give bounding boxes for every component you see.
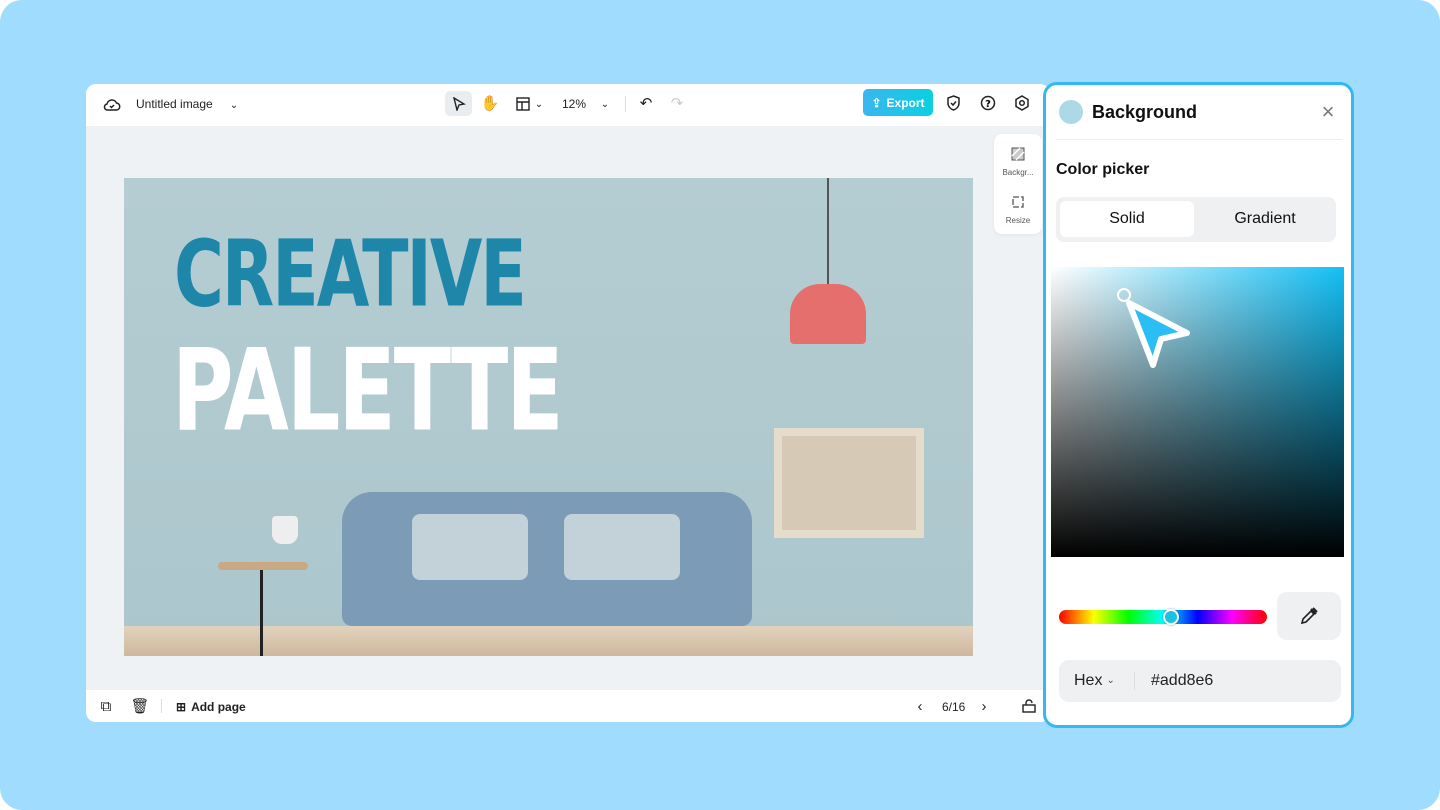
eyedropper-button[interactable] [1277, 592, 1341, 640]
duplicate-page-icon[interactable]: ⧉ [97, 697, 115, 715]
format-label: Hex [1074, 672, 1103, 689]
hand-tool-icon[interactable]: ✋ [480, 93, 500, 113]
background-tool-button[interactable]: Backgr... [994, 140, 1042, 182]
background-tool-label: Backgr... [1002, 168, 1034, 177]
eyedropper-icon [1300, 607, 1318, 625]
layout-icon[interactable] [514, 94, 532, 114]
undo-icon[interactable]: ↶ [637, 93, 655, 113]
cushion [412, 514, 528, 580]
chevron-down-icon[interactable]: ⌄ [598, 94, 612, 114]
color-swatch [1059, 100, 1083, 124]
add-page-label: Add page [191, 700, 246, 714]
cloud-icon[interactable] [102, 95, 122, 115]
section-title: Color picker [1056, 161, 1150, 178]
hue-slider[interactable] [1059, 609, 1267, 625]
resize-tool-button[interactable]: Resize [994, 188, 1042, 230]
settings-icon[interactable] [1013, 93, 1031, 113]
bottom-toolbar: ⧉ 🗑 ⊞ Add page ‹ 6/16 › [86, 690, 1050, 722]
chevron-down-icon[interactable]: ⌄ [227, 95, 241, 115]
format-select[interactable]: Hex ⌄ [1074, 672, 1115, 690]
chevron-down-icon: ⌄ [1106, 675, 1115, 686]
add-page-icon: ⊞ [176, 700, 187, 714]
divider [625, 96, 626, 112]
page-indicator: 6/16 [942, 700, 966, 714]
help-icon[interactable]: ? [979, 93, 997, 113]
export-label: Export [886, 95, 925, 110]
panel-title: Background [1092, 102, 1198, 122]
resize-icon [1010, 194, 1026, 210]
upload-icon: ⇪ [871, 95, 882, 110]
saturation-picker[interactable] [1051, 267, 1344, 557]
zoom-level[interactable]: 12% [562, 97, 586, 111]
next-page-icon[interactable]: › [976, 697, 992, 715]
headline-line-1[interactable]: CREATIVE [174, 222, 527, 329]
background-icon [1010, 146, 1026, 162]
fill-type-tabs: Solid Gradient [1056, 197, 1336, 242]
floor [124, 626, 973, 656]
side-toolbar: Backgr... Resize [994, 134, 1042, 234]
headline-line-2[interactable]: PALETTE [172, 324, 564, 456]
divider [161, 699, 162, 713]
shield-check-icon[interactable] [944, 93, 962, 113]
close-icon[interactable]: × [1316, 99, 1340, 124]
redo-icon[interactable]: ↷ [668, 93, 686, 113]
hex-value-input[interactable]: #add8e6 [1151, 672, 1213, 690]
select-tool-button[interactable] [445, 91, 472, 116]
table-leg [260, 570, 263, 656]
editor-window: Untitled image ⌄ ✋ ⌄ 12% ⌄ ↶ ↷ ⇪ Export ?… [86, 84, 1050, 722]
divider [1134, 672, 1135, 690]
hex-input-row: Hex ⌄ #add8e6 [1059, 660, 1341, 702]
plant-pot [272, 516, 298, 544]
cursor-icon [1126, 300, 1190, 368]
cushion [564, 514, 680, 580]
side-table [218, 562, 308, 570]
document-title[interactable]: Untitled image [136, 97, 213, 111]
add-page-button[interactable]: ⊞ Add page [176, 698, 246, 716]
previous-page-icon[interactable]: ‹ [912, 697, 928, 715]
divider [1056, 139, 1342, 140]
wall-shelf [774, 428, 924, 538]
top-toolbar: Untitled image ⌄ ✋ ⌄ 12% ⌄ ↶ ↷ ⇪ Export ? [86, 84, 1050, 126]
chevron-down-icon[interactable]: ⌄ [533, 94, 545, 114]
tab-solid[interactable]: Solid [1060, 201, 1194, 237]
sofa [342, 492, 752, 626]
lock-icon[interactable] [1020, 697, 1038, 715]
svg-text:?: ? [985, 99, 991, 110]
tab-gradient[interactable]: Gradient [1198, 201, 1332, 237]
hue-thumb[interactable] [1163, 609, 1180, 625]
lamp-cord [827, 178, 829, 286]
pendant-lamp [790, 284, 866, 344]
trash-icon[interactable]: 🗑 [130, 697, 149, 715]
export-button[interactable]: ⇪ Export [863, 89, 933, 116]
design-canvas[interactable]: CREATIVE PALETTE [124, 178, 973, 656]
resize-tool-label: Resize [1005, 216, 1031, 225]
background-panel: Background × Color picker Solid Gradient… [1043, 82, 1354, 728]
